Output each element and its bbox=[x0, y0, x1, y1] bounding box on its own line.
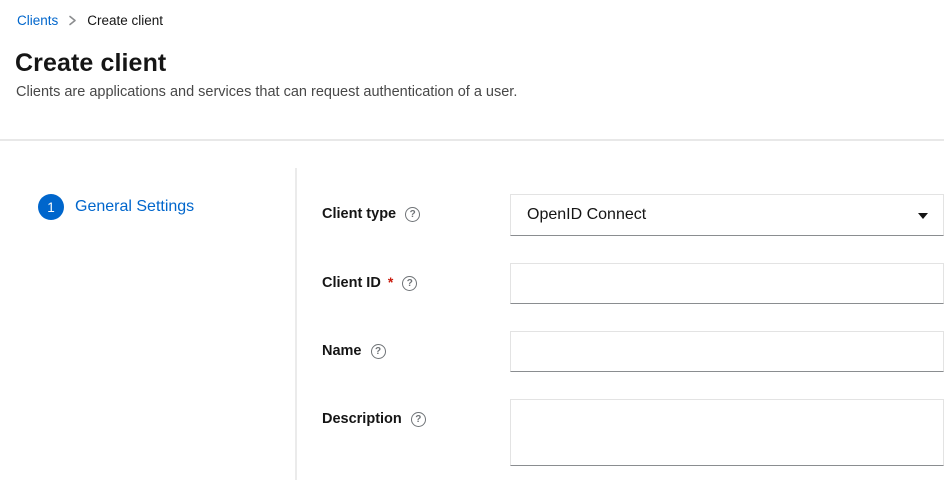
name-label: Name ? bbox=[322, 331, 510, 359]
client-type-label-text: Client type bbox=[322, 206, 396, 222]
general-settings-form: Client type ? OpenID Connect Client ID *… bbox=[297, 141, 944, 480]
question-circle-icon[interactable]: ? bbox=[402, 276, 417, 291]
question-circle-icon[interactable]: ? bbox=[405, 207, 420, 222]
name-input[interactable] bbox=[510, 331, 944, 372]
question-circle-icon[interactable]: ? bbox=[371, 344, 386, 359]
create-client-page: Clients Create client Create client Clie… bbox=[0, 0, 944, 480]
client-id-label: Client ID * ? bbox=[322, 263, 510, 291]
step-label: General Settings bbox=[75, 198, 194, 216]
client-id-control bbox=[510, 263, 944, 304]
angle-right-icon bbox=[68, 15, 77, 26]
client-type-select[interactable]: OpenID Connect bbox=[510, 194, 944, 236]
client-type-control: OpenID Connect bbox=[510, 194, 944, 236]
description-label-text: Description bbox=[322, 411, 402, 427]
page-header: Clients Create client Create client Clie… bbox=[0, 0, 944, 141]
description-textarea[interactable] bbox=[510, 399, 944, 466]
description-control bbox=[510, 399, 944, 471]
page-title: Create client bbox=[15, 49, 944, 78]
description-label: Description ? bbox=[322, 399, 510, 427]
question-circle-icon[interactable]: ? bbox=[411, 412, 426, 427]
wizard-content: 1 General Settings Client type ? OpenID … bbox=[0, 141, 944, 480]
page-subtitle: Clients are applications and services th… bbox=[16, 84, 944, 100]
name-control bbox=[510, 331, 944, 372]
breadcrumb: Clients Create client bbox=[0, 0, 944, 28]
wizard-step-general-settings[interactable]: 1 General Settings bbox=[38, 194, 297, 220]
breadcrumb-link-clients[interactable]: Clients bbox=[17, 13, 58, 28]
form-row-description: Description ? bbox=[322, 399, 944, 471]
form-row-client-id: Client ID * ? bbox=[322, 263, 944, 304]
client-type-selected-value: OpenID Connect bbox=[527, 206, 646, 224]
caret-down-icon bbox=[918, 213, 928, 219]
step-number-badge: 1 bbox=[38, 194, 64, 220]
wizard-nav: 1 General Settings bbox=[0, 141, 297, 480]
form-row-name: Name ? bbox=[322, 331, 944, 372]
client-type-label: Client type ? bbox=[322, 194, 510, 222]
form-row-client-type: Client type ? OpenID Connect bbox=[322, 194, 944, 236]
client-id-label-text: Client ID bbox=[322, 275, 381, 291]
vertical-divider bbox=[295, 168, 297, 480]
name-label-text: Name bbox=[322, 343, 362, 359]
breadcrumb-current: Create client bbox=[87, 13, 163, 28]
client-id-input[interactable] bbox=[510, 263, 944, 304]
required-indicator: * bbox=[388, 274, 393, 290]
